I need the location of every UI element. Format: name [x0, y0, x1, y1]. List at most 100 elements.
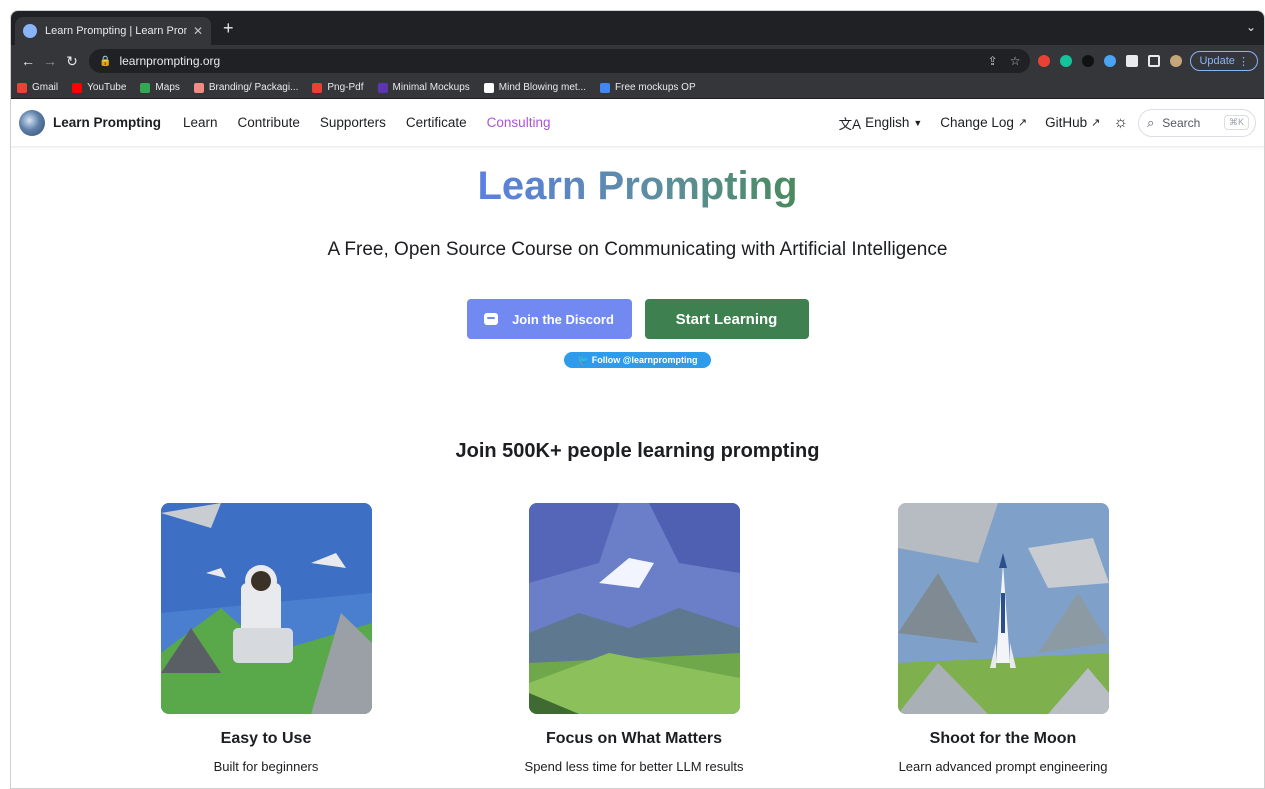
search-shortcut: ⌘K: [1223, 115, 1249, 130]
feature-title: Focus on What Matters: [545, 730, 722, 747]
update-button[interactable]: Update ⋮: [1190, 51, 1258, 71]
site-favicon-icon: [23, 24, 37, 38]
extensions-area: [1038, 55, 1183, 67]
language-label: English: [865, 115, 910, 130]
bookmark-star-icon[interactable]: ☆: [1010, 54, 1021, 68]
github-label: GitHub: [1045, 115, 1088, 130]
brand-link[interactable]: Learn Prompting: [19, 109, 162, 136]
bookmark-favicon-icon: [483, 82, 494, 93]
browser-toolbar: ← → ↻ 🔒 learnprompting.org ⇪ ☆ Update ⋮: [11, 45, 1264, 77]
side-panel-icon[interactable]: [1148, 55, 1161, 67]
lock-icon: 🔒: [99, 55, 112, 67]
external-link-icon: ↗: [1091, 117, 1101, 129]
bookmark-item[interactable]: YouTube: [72, 82, 126, 93]
bookmark-item[interactable]: Png-Pdf: [312, 82, 364, 93]
update-label: Update: [1199, 55, 1235, 67]
brand-name: Learn Prompting: [53, 115, 162, 130]
language-dropdown[interactable]: 文A English ▼: [839, 113, 923, 133]
github-link[interactable]: GitHub ↗: [1045, 115, 1100, 130]
reload-icon[interactable]: ↻: [61, 53, 83, 70]
feature-card: Shoot for the Moon Learn advanced prompt…: [873, 503, 1133, 774]
bookmark-item[interactable]: Minimal Mockups: [377, 82, 470, 93]
close-tab-icon[interactable]: ✕: [193, 24, 203, 38]
bookmark-item[interactable]: Maps: [140, 82, 180, 93]
theme-toggle-sun-icon[interactable]: ☼: [1113, 114, 1128, 132]
rocket-illustration: [897, 503, 1109, 714]
site-navbar: Learn Prompting Learn Contribute Support…: [11, 99, 1264, 147]
feature-desc: Learn advanced prompt engineering: [898, 759, 1108, 774]
start-label: Start Learning: [675, 310, 778, 328]
follow-label: Follow @learnprompting: [591, 355, 698, 365]
join-discord-button[interactable]: Join the Discord: [466, 299, 632, 339]
bookmark-favicon-icon: [193, 82, 204, 93]
puzzle-icon[interactable]: [1126, 55, 1139, 67]
bookmark-favicon-icon: [140, 82, 151, 93]
translate-icon: 文A: [838, 116, 862, 132]
feature-title: Shoot for the Moon: [929, 730, 1077, 747]
bookmark-label: Maps: [155, 82, 180, 93]
discord-icon: [484, 313, 499, 325]
changelog-link[interactable]: Change Log ↗: [940, 115, 1027, 130]
bookmark-favicon-icon: [17, 82, 27, 93]
bookmark-label: YouTube: [87, 82, 127, 93]
extension-icon[interactable]: [1104, 55, 1117, 67]
bookmark-favicon-icon: [72, 82, 83, 93]
bookmark-favicon-icon: [377, 82, 388, 93]
tab-strip: Learn Prompting | Learn Promp ✕ + ⌄: [11, 11, 1264, 45]
nav-certificate[interactable]: Certificate: [406, 115, 467, 130]
discord-label: Join the Discord: [512, 311, 614, 327]
twitter-icon: 🐦: [577, 354, 589, 365]
astronaut-illustration: [160, 503, 372, 714]
nav-supporters[interactable]: Supporters: [320, 115, 386, 130]
search-icon: ⌕: [1147, 114, 1155, 130]
search-label: Search: [1162, 115, 1201, 130]
cta-row: Join the Discord Start Learning: [11, 299, 1264, 339]
search-button[interactable]: ⌕ Search ⌘K: [1138, 108, 1256, 137]
nav-consulting[interactable]: Consulting: [487, 115, 551, 130]
grammarly-icon[interactable]: [1060, 55, 1073, 67]
share-icon[interactable]: ⇪: [988, 54, 998, 68]
bookmark-label: Free mockups OP: [615, 82, 696, 93]
back-icon[interactable]: ←: [17, 53, 39, 69]
join-heading: Join 500K+ people learning prompting: [455, 440, 820, 462]
bookmark-item[interactable]: Gmail: [17, 82, 58, 93]
bookmark-favicon-icon: [600, 82, 611, 93]
new-tab-icon[interactable]: +: [223, 18, 234, 39]
tab-search-chevron-icon[interactable]: ⌄: [1246, 20, 1256, 34]
hero-subtitle: A Free, Open Source Course on Communicat…: [327, 239, 948, 260]
bookmark-item[interactable]: Free mockups OP: [600, 82, 696, 93]
brand-logo: [19, 109, 45, 136]
twitter-follow-button[interactable]: 🐦 Follow @learnprompting: [564, 352, 711, 368]
address-bar[interactable]: 🔒 learnprompting.org ⇪ ☆: [89, 49, 1031, 73]
bookmark-label: Gmail: [32, 82, 59, 93]
bookmark-item[interactable]: Mind Blowing met...: [483, 82, 586, 93]
feature-card: Easy to Use Built for beginners: [136, 503, 396, 774]
bookmark-label: Minimal Mockups: [392, 82, 470, 93]
hero-section: Learn Prompting A Free, Open Source Cour…: [11, 147, 1264, 463]
caret-down-icon: ▼: [913, 117, 923, 128]
extension-icon[interactable]: [1038, 55, 1051, 67]
bookmark-label: Png-Pdf: [327, 82, 364, 93]
browser-tab[interactable]: Learn Prompting | Learn Promp ✕: [15, 17, 211, 45]
feature-card: Focus on What Matters Spend less time fo…: [504, 503, 764, 774]
start-learning-button[interactable]: Start Learning: [644, 299, 809, 339]
feature-desc: Spend less time for better LLM results: [524, 759, 744, 774]
bookmark-label: Branding/ Packagi...: [208, 82, 299, 93]
tab-title: Learn Prompting | Learn Promp: [45, 25, 187, 37]
feature-desc: Built for beginners: [213, 759, 319, 774]
profile-avatar[interactable]: [1170, 55, 1183, 67]
forward-icon[interactable]: →: [39, 53, 61, 69]
extension-icon[interactable]: [1082, 55, 1095, 67]
nav-learn[interactable]: Learn: [183, 115, 218, 130]
external-link-icon: ↗: [1017, 117, 1028, 129]
browser-window: Learn Prompting | Learn Promp ✕ + ⌄ ← → …: [10, 10, 1265, 789]
bookmarks-bar: Gmail YouTube Maps Branding/ Packagi... Png-…: [11, 77, 1264, 99]
feature-title: Easy to Use: [220, 730, 312, 747]
nav-contribute[interactable]: Contribute: [238, 115, 300, 130]
url-text: learnprompting.org: [119, 54, 221, 68]
mountain-valley-illustration: [528, 503, 740, 714]
bookmark-favicon-icon: [312, 82, 323, 93]
page-title: Learn Prompting: [477, 164, 798, 208]
changelog-label: Change Log: [940, 115, 1014, 130]
bookmark-item[interactable]: Branding/ Packagi...: [193, 82, 299, 93]
